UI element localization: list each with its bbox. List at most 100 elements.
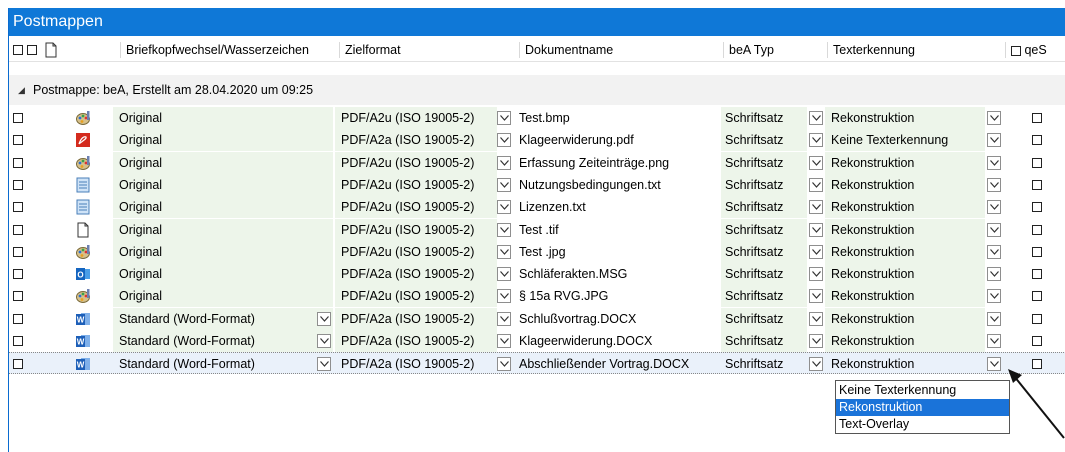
cell-bea-typ: Schriftsatz — [721, 218, 807, 241]
bea-typ-dropdown-button[interactable] — [809, 177, 823, 192]
table-row[interactable]: Original PDF/A2u (ISO 19005-2) Lizenzen.tx… — [9, 196, 1065, 219]
row-select-checkbox[interactable] — [13, 157, 23, 168]
texterkennung-dropdown-button[interactable] — [987, 334, 1001, 348]
cell-briefkopf: Standard (Word-Format) — [119, 357, 255, 372]
header-bea-typ[interactable]: beA Typ — [723, 42, 774, 58]
cell-briefkopf: Original — [113, 263, 333, 286]
row-select-checkbox[interactable] — [13, 269, 23, 280]
row-select-checkbox[interactable] — [13, 202, 23, 213]
row-select-checkbox[interactable] — [13, 246, 23, 257]
row-select-checkbox[interactable] — [13, 313, 23, 324]
bea-typ-dropdown-button[interactable] — [809, 111, 823, 125]
select-all-checkbox-2[interactable] — [27, 45, 37, 55]
qes-checkbox[interactable] — [1032, 179, 1042, 190]
cell-bea-typ: Schriftsatz — [721, 173, 807, 196]
qes-checkbox[interactable] — [1032, 269, 1042, 280]
row-select-checkbox[interactable] — [13, 179, 23, 190]
texterkennung-dropdown-button[interactable] — [987, 244, 1001, 259]
row-select-checkbox[interactable] — [13, 359, 23, 370]
select-all-checkbox[interactable] — [13, 45, 23, 55]
texterkennung-dropdown-button[interactable] — [987, 289, 1001, 304]
zielformat-dropdown-button[interactable] — [497, 200, 511, 215]
table-row[interactable]: Original PDF/A2u (ISO 19005-2) Test.bmp Sch… — [9, 107, 1065, 129]
table-row[interactable]: Original PDF/A2u (ISO 19005-2) Nutzungsbed… — [9, 173, 1065, 196]
bea-typ-dropdown-button[interactable] — [809, 222, 823, 237]
texterkennung-dropdown-button[interactable] — [987, 357, 1001, 372]
qes-checkbox[interactable] — [1032, 157, 1042, 168]
header-qes[interactable]: qeS — [1005, 42, 1047, 58]
qes-all-checkbox[interactable] — [1011, 45, 1021, 56]
texterkennung-dropdown-button[interactable] — [987, 311, 1001, 326]
row-select-checkbox[interactable] — [13, 113, 23, 123]
table-row[interactable]: W Standard (Word-Format) PDF/A2a (ISO 1900… — [9, 307, 1065, 330]
table-row[interactable]: O Original PDF/A2a (ISO 19005-2) Schläferak… — [9, 263, 1065, 286]
bea-typ-dropdown-button[interactable] — [809, 267, 823, 282]
header-briefkopf[interactable]: Briefkopfwechsel/Wasserzeichen — [120, 42, 309, 58]
zielformat-dropdown-button[interactable] — [497, 357, 511, 372]
zielformat-dropdown-button[interactable] — [497, 267, 511, 282]
row-select-checkbox[interactable] — [13, 135, 23, 146]
qes-checkbox[interactable] — [1032, 313, 1042, 324]
cell-briefkopf: Original — [113, 196, 333, 219]
table-row[interactable]: W Standard (Word-Format) PDF/A2a (ISO 1900… — [9, 330, 1065, 352]
text-file-icon — [75, 199, 91, 215]
header-texterkennung[interactable]: Texterkennung — [827, 42, 915, 58]
bea-typ-dropdown-button[interactable] — [809, 334, 823, 348]
row-select-checkbox[interactable] — [13, 291, 23, 302]
zielformat-dropdown-button[interactable] — [497, 133, 511, 148]
collapse-triangle-icon[interactable]: ◢ — [18, 85, 25, 96]
zielformat-dropdown-button[interactable] — [497, 289, 511, 304]
briefkopf-dropdown-button[interactable] — [317, 334, 331, 348]
zielformat-dropdown-button[interactable] — [497, 177, 511, 192]
qes-checkbox[interactable] — [1032, 224, 1042, 235]
zielformat-dropdown-button[interactable] — [497, 111, 511, 125]
qes-checkbox[interactable] — [1032, 202, 1042, 213]
zielformat-dropdown-button[interactable] — [497, 334, 511, 348]
texterkennung-dropdown-button[interactable] — [987, 155, 1001, 170]
table-row[interactable]: Original PDF/A2u (ISO 19005-2) Test .tif Sc… — [9, 218, 1065, 241]
header-zielformat[interactable]: Zielformat — [339, 42, 401, 58]
cell-briefkopf: Original — [113, 151, 333, 174]
bea-typ-dropdown-button[interactable] — [809, 357, 823, 372]
table-row[interactable]: Original PDF/A2u (ISO 19005-2) § 15a RVG.J… — [9, 285, 1065, 308]
bea-typ-dropdown-button[interactable] — [809, 200, 823, 215]
zielformat-dropdown-button[interactable] — [497, 244, 511, 259]
texterkennung-dropdown-button[interactable] — [987, 111, 1001, 125]
table-row[interactable]: Original PDF/A2a (ISO 19005-2) Klageerwide… — [9, 129, 1065, 152]
qes-checkbox[interactable] — [1032, 135, 1042, 146]
row-select-checkbox[interactable] — [13, 224, 23, 235]
word-icon: W — [75, 333, 91, 349]
qes-checkbox[interactable] — [1032, 336, 1042, 346]
texterkennung-dropdown-button[interactable] — [987, 200, 1001, 215]
zielformat-dropdown-button[interactable] — [497, 155, 511, 170]
zielformat-dropdown-button[interactable] — [497, 311, 511, 326]
table-row[interactable]: Original PDF/A2u (ISO 19005-2) Erfassung Z… — [9, 151, 1065, 174]
table-row[interactable]: Original PDF/A2u (ISO 19005-2) Test .jpg Sc… — [9, 240, 1065, 263]
bea-typ-dropdown-button[interactable] — [809, 289, 823, 304]
table-row[interactable]: W Standard (Word-Format) PDF/A2a (ISO 1900… — [9, 352, 1065, 375]
bea-typ-dropdown-button[interactable] — [809, 244, 823, 259]
option-keine-texterkennung[interactable]: Keine Texterkennung — [836, 382, 1009, 399]
option-text-overlay[interactable]: Text-Overlay — [836, 416, 1009, 433]
bea-typ-dropdown-button[interactable] — [809, 155, 823, 170]
column-header-row: Briefkopfwechsel/Wasserzeichen Zielforma… — [9, 39, 1065, 62]
briefkopf-dropdown-button[interactable] — [317, 311, 331, 326]
row-select-checkbox[interactable] — [13, 336, 23, 346]
header-dokumentname[interactable]: Dokumentname — [519, 42, 613, 58]
briefkopf-dropdown-button[interactable] — [317, 357, 331, 372]
texterkennung-dropdown-button[interactable] — [987, 133, 1001, 148]
bea-typ-dropdown-button[interactable] — [809, 311, 823, 326]
svg-text:W: W — [77, 315, 85, 324]
group-row[interactable]: ◢ Postmappe: beA, Erstellt am 28.04.2020… — [9, 75, 1065, 105]
texterkennung-dropdown-button[interactable] — [987, 222, 1001, 237]
bea-typ-dropdown-button[interactable] — [809, 133, 823, 148]
cell-zielformat: PDF/A2a (ISO 19005-2) — [335, 307, 497, 330]
texterkennung-dropdown-button[interactable] — [987, 177, 1001, 192]
option-rekonstruktion[interactable]: Rekonstruktion — [836, 399, 1009, 416]
qes-checkbox[interactable] — [1032, 113, 1042, 123]
cell-zielformat: PDF/A2u (ISO 19005-2) — [335, 218, 497, 241]
texterkennung-dropdown-button[interactable] — [987, 267, 1001, 282]
qes-checkbox[interactable] — [1032, 291, 1042, 302]
qes-checkbox[interactable] — [1032, 246, 1042, 257]
zielformat-dropdown-button[interactable] — [497, 222, 511, 237]
